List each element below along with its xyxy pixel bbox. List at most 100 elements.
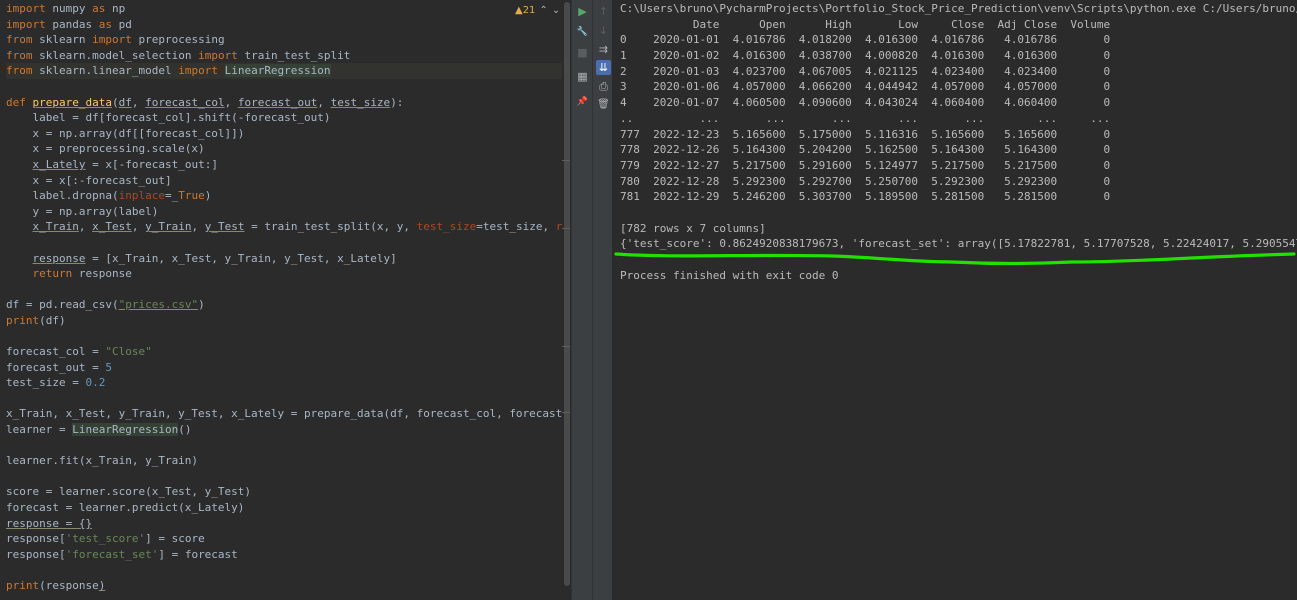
code-line[interactable]: label.dropna(inplace=_True) — [6, 188, 571, 204]
code-token: , — [317, 95, 331, 109]
code-editor[interactable]: import numpy as np import pandas as pd fro… — [0, 0, 571, 600]
code-line[interactable]: response = [x_Train, x_Test, y_Train, y_… — [6, 251, 571, 267]
warning-count[interactable]: ▲21 — [515, 5, 535, 16]
code-token: def — [6, 95, 26, 109]
console-toolbar: ↑ ↓ ⇉ ⇊ ⎙ 🗑 — [592, 0, 613, 600]
soft-wrap-icon[interactable]: ⇉ — [596, 42, 611, 57]
code-token: (df) — [39, 313, 66, 327]
previous-highlight-icon[interactable]: ⌃ — [539, 5, 547, 16]
code-line[interactable]: label = df[forecast_col].shift(-forecast… — [6, 110, 571, 126]
code-line[interactable] — [6, 562, 571, 578]
code-token: () — [178, 423, 192, 437]
code-line[interactable]: import numpy as np — [6, 1, 571, 17]
code-token: x_Test — [92, 220, 132, 234]
run-toolbar: ▶ 🔧 ■ ▦ 📌 — [571, 0, 593, 600]
code-line[interactable]: learner = LinearRegression() — [6, 422, 571, 438]
code-token: np — [105, 2, 126, 15]
code-line[interactable] — [6, 328, 571, 344]
code-line[interactable]: df = pd.read_csv("prices.csv") — [6, 297, 571, 313]
rerun-icon[interactable]: ▶ — [575, 4, 590, 19]
scroll-to-end-icon[interactable]: ⇊ — [596, 60, 611, 75]
code-token: response — [72, 267, 132, 281]
code-token: , — [131, 220, 146, 234]
code-token: import — [6, 2, 46, 15]
code-token: test_size — [330, 95, 391, 109]
code-line[interactable]: x_Lately = x[-forecast_out:] — [6, 157, 571, 173]
stop-icon[interactable]: ■ — [575, 45, 590, 60]
console-output[interactable]: C:\Users\bruno\PycharmProjects\Portfolio… — [620, 1, 1297, 283]
code-line[interactable]: test_size = 0.2 — [6, 375, 571, 391]
code-line[interactable]: x_Train, x_Test, y_Train, y_Test, x_Late… — [6, 406, 571, 422]
code-line[interactable]: from sklearn.linear_model import LinearR… — [6, 63, 571, 79]
code-line[interactable]: import pandas as pd — [6, 17, 571, 33]
code-token: ] = forecast — [158, 547, 238, 561]
layout-icon[interactable]: ▦ — [575, 69, 590, 84]
run-console[interactable]: C:\Users\bruno\PycharmProjects\Portfolio… — [612, 0, 1297, 600]
code-line[interactable] — [6, 235, 571, 251]
wrench-icon[interactable]: 🔧 — [575, 24, 590, 39]
code-token: learner.fit(x_Train, y_Train) — [6, 454, 199, 468]
down-arrow-icon[interactable]: ↓ — [596, 23, 611, 38]
code-token: as — [98, 17, 112, 31]
code-line[interactable]: response['forecast_set'] = forecast — [6, 547, 571, 563]
editor-code-area[interactable]: import numpy as np import pandas as pd fro… — [6, 1, 571, 594]
code-line[interactable] — [6, 438, 571, 454]
code-token: forecast_col — [145, 95, 225, 109]
code-token: (response — [39, 578, 99, 592]
next-highlight-icon[interactable]: ⌄ — [552, 5, 560, 16]
code-token: = [x_Train, x_Test, y_Train, y_Test, x_L… — [85, 251, 397, 265]
code-line[interactable]: y = np.array(label) — [6, 204, 571, 220]
code-token: y_Train — [145, 220, 192, 234]
code-token: inplace — [118, 189, 165, 203]
code-line[interactable] — [6, 469, 571, 485]
code-token: return — [32, 267, 73, 281]
scroll-marker — [562, 412, 570, 413]
editor-scrollbar[interactable] — [562, 0, 571, 600]
code-line[interactable]: def prepare_data(df, forecast_col, forec… — [6, 95, 571, 111]
code-token: sklearn.model_selection — [32, 48, 199, 62]
code-line[interactable]: forecast_out = 5 — [6, 360, 571, 376]
code-token: LinearRegression — [224, 64, 331, 78]
code-line[interactable]: x = preprocessing.scale(x) — [6, 141, 571, 157]
code-line[interactable]: print(df) — [6, 313, 571, 329]
code-line[interactable]: response = {} — [6, 516, 571, 532]
code-line[interactable] — [6, 391, 571, 407]
code-token: = train_test_split(x, y, — [244, 220, 417, 234]
code-line[interactable]: x = np.array(df[[forecast_col]]) — [6, 126, 571, 142]
code-line[interactable]: print(response) — [6, 578, 571, 594]
code-line[interactable]: from sklearn import preprocessing — [6, 32, 571, 48]
code-line[interactable]: forecast = learner.predict(x_Lately) — [6, 500, 571, 516]
up-arrow-icon[interactable]: ↑ — [596, 4, 611, 19]
code-line[interactable]: response['test_score'] = score — [6, 531, 571, 547]
editor-scrollbar-thumb[interactable] — [564, 2, 570, 586]
code-token: , — [224, 95, 238, 109]
code-token: response[ — [6, 547, 66, 561]
code-token: print — [6, 578, 40, 592]
code-token: x_Lately — [32, 157, 86, 171]
code-token: numpy — [45, 2, 93, 15]
inspection-widget[interactable]: ▲21 ⌃ ⌄ — [515, 3, 561, 17]
console-output-line: 2 2020-01-03 4.023700 4.067005 4.021125 … — [620, 64, 1111, 78]
code-token: response — [32, 251, 86, 265]
code-token: 'test_score' — [65, 532, 146, 546]
code-line[interactable]: from sklearn.model_selection import trai… — [6, 48, 571, 64]
code-line[interactable]: return response — [6, 266, 571, 282]
code-token: x_Train, x_Test, y_Train, y_Test, x_Late… — [6, 407, 571, 421]
code-line[interactable]: x = x[:-forecast_out] — [6, 173, 571, 189]
pin-icon[interactable]: 📌 — [575, 94, 590, 109]
console-output-line: 4 2020-01-07 4.060500 4.090600 4.043024 … — [620, 96, 1111, 110]
code-line[interactable] — [6, 282, 571, 298]
console-output-line: 3 2020-01-06 4.057000 4.066200 4.044942 … — [620, 80, 1111, 94]
code-token: forecast_out — [237, 95, 318, 109]
code-token: True — [178, 189, 205, 203]
code-line[interactable] — [6, 79, 571, 95]
trash-icon[interactable]: 🗑 — [596, 97, 611, 112]
code-line[interactable]: score = learner.score(x_Test, y_Test) — [6, 484, 571, 500]
code-line[interactable]: forecast_col = "Close" — [6, 344, 571, 360]
code-line[interactable]: learner.fit(x_Train, y_Train) — [6, 453, 571, 469]
print-icon[interactable]: ⎙ — [596, 79, 611, 94]
pycharm-window: import numpy as np import pandas as pd fro… — [0, 0, 1297, 600]
console-output-line: Date Open High Low Close Adj Close Volum… — [620, 17, 1111, 31]
code-line[interactable]: x_Train, x_Test, y_Train, y_Test = train… — [6, 219, 572, 235]
